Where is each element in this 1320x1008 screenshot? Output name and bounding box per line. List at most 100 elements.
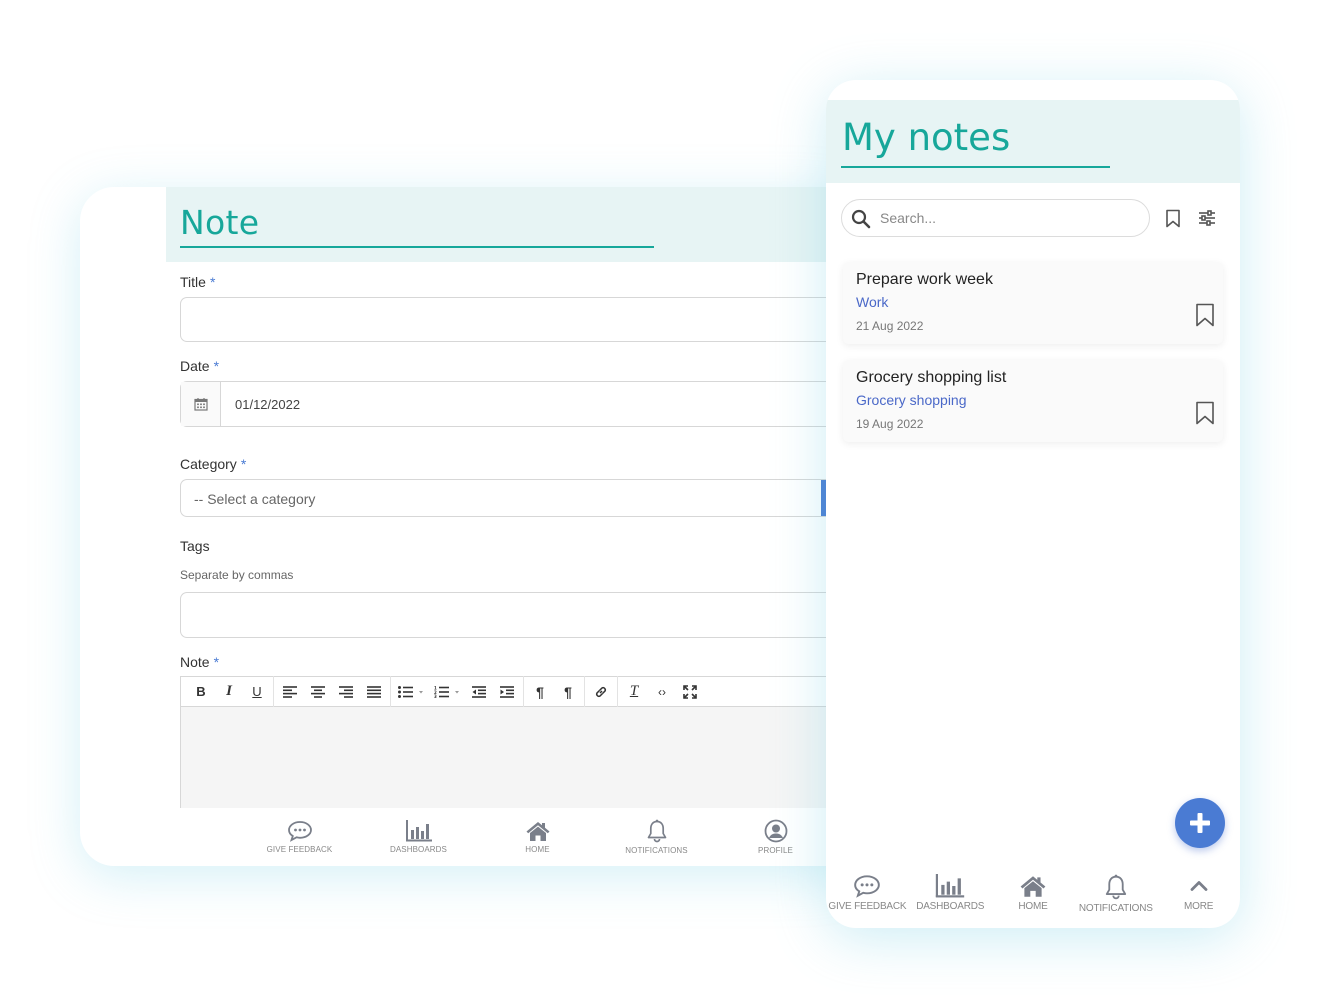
required-marker: * xyxy=(213,358,220,374)
title-label-text: Title xyxy=(180,274,206,290)
toolbar-divider xyxy=(390,676,391,707)
chat-icon xyxy=(854,875,881,898)
toolbar-divider xyxy=(584,676,585,707)
nav-label: GIVE FEEDBACK xyxy=(828,901,907,912)
bottom-nav: GIVE FEEDBACK DASHBOARDS HOME NOTIFICATI… xyxy=(826,862,1240,928)
bar-chart-icon xyxy=(936,874,965,898)
nav-label: HOME xyxy=(525,845,550,854)
ltr-icon[interactable]: ¶ xyxy=(526,681,554,703)
title-input[interactable] xyxy=(180,297,860,342)
note-title: Grocery shopping list xyxy=(856,369,1007,386)
add-note-button[interactable] xyxy=(1175,798,1225,848)
bold-icon[interactable]: B xyxy=(187,681,215,703)
tags-hint: Separate by commas xyxy=(180,568,294,582)
nav-notifications[interactable]: NOTIFICATIONS xyxy=(1074,862,1157,928)
category-label-text: Category xyxy=(180,456,237,472)
home-icon xyxy=(526,822,549,841)
chat-icon xyxy=(287,821,312,842)
note-form-card: Note Title * Date * 01/12/2022 Category … xyxy=(80,187,860,866)
nav-dashboards[interactable]: DASHBOARDS xyxy=(909,862,992,928)
align-left-icon[interactable] xyxy=(276,681,304,703)
nav-give-feedback[interactable]: GIVE FEEDBACK xyxy=(240,820,359,854)
align-center-icon[interactable] xyxy=(304,681,332,703)
search-icon[interactable] xyxy=(851,209,871,234)
note-date: 21 Aug 2022 xyxy=(856,319,924,333)
page-title: Note xyxy=(180,203,260,242)
nav-label: HOME xyxy=(1018,901,1048,912)
calendar-icon[interactable] xyxy=(181,382,221,426)
date-label: Date * xyxy=(180,358,219,374)
title-underline xyxy=(841,166,1110,168)
note-list-item[interactable]: Prepare work week Work 21 Aug 2022 xyxy=(843,262,1223,344)
note-label-text: Note xyxy=(180,654,210,670)
bookmark-filter-icon[interactable] xyxy=(1162,207,1184,229)
bookmark-icon[interactable] xyxy=(1195,303,1215,332)
note-date: 19 Aug 2022 xyxy=(856,417,924,431)
page-title: My notes xyxy=(842,116,1011,159)
note-editor[interactable] xyxy=(180,707,860,808)
tags-label: Tags xyxy=(180,538,210,554)
indent-icon[interactable] xyxy=(493,681,521,703)
nav-home[interactable]: HOME xyxy=(992,862,1075,928)
bar-chart-icon xyxy=(405,820,432,842)
chevron-up-icon xyxy=(1190,881,1207,891)
note-list-item[interactable]: Grocery shopping list Grocery shopping 1… xyxy=(843,360,1223,442)
rtl-icon[interactable]: ¶ xyxy=(554,681,582,703)
my-notes-header: My notes xyxy=(826,100,1240,183)
nav-label: DASHBOARDS xyxy=(389,845,447,854)
nav-dashboards[interactable]: DASHBOARDS xyxy=(359,820,478,854)
search-bar xyxy=(841,199,1150,237)
category-label: Category * xyxy=(180,456,246,472)
note-form-header: Note xyxy=(166,187,860,262)
title-label: Title * xyxy=(180,274,215,290)
nav-home[interactable]: HOME xyxy=(478,820,597,854)
date-value: 01/12/2022 xyxy=(235,397,301,412)
numbered-list-icon[interactable]: 123 xyxy=(429,681,465,703)
bullet-list-icon[interactable] xyxy=(393,681,429,703)
nav-notifications[interactable]: NOTIFICATIONS xyxy=(597,819,716,855)
editor-toolbar: B I U 123 ¶ ¶ T ‹› xyxy=(180,676,860,707)
required-marker: * xyxy=(240,456,247,472)
bell-icon xyxy=(1105,874,1126,900)
nav-more[interactable]: MORE xyxy=(1157,862,1240,928)
nav-label: GIVE FEEDBACK xyxy=(266,845,333,854)
note-form: Title * Date * 01/12/2022 Category * -- … xyxy=(180,262,860,808)
date-input[interactable]: 01/12/2022 xyxy=(180,381,860,427)
category-placeholder: -- Select a category xyxy=(194,491,316,507)
search-input[interactable] xyxy=(880,208,1130,228)
note-category[interactable]: Work xyxy=(856,294,888,310)
toolbar-divider xyxy=(273,676,274,707)
home-icon xyxy=(1020,876,1046,897)
plus-icon xyxy=(1190,813,1210,833)
nav-profile[interactable]: PROFILE xyxy=(716,819,835,855)
nav-label: PROFILE xyxy=(758,846,793,855)
nav-give-feedback[interactable]: GIVE FEEDBACK xyxy=(826,862,909,928)
user-circle-icon xyxy=(764,819,787,843)
nav-label: NOTIFICATIONS xyxy=(1078,903,1153,914)
note-category[interactable]: Grocery shopping xyxy=(856,392,967,408)
align-justify-icon[interactable] xyxy=(360,681,388,703)
outdent-icon[interactable] xyxy=(465,681,493,703)
my-notes-card: My notes Prepare work week Work 21 Aug 2… xyxy=(826,80,1240,928)
italic-icon[interactable]: I xyxy=(215,681,243,703)
bottom-nav: GIVE FEEDBACK DASHBOARDS HOME NOTIFICATI… xyxy=(240,808,860,866)
note-title: Prepare work week xyxy=(856,271,993,288)
required-marker: * xyxy=(209,274,216,290)
bell-icon xyxy=(647,819,666,843)
clear-format-icon[interactable]: T xyxy=(620,681,648,703)
filter-sliders-icon[interactable] xyxy=(1196,207,1218,229)
tags-input[interactable] xyxy=(180,592,860,638)
svg-text:3: 3 xyxy=(434,694,437,698)
underline-icon[interactable]: U xyxy=(243,681,271,703)
align-right-icon[interactable] xyxy=(332,681,360,703)
nav-label: DASHBOARDS xyxy=(916,901,985,912)
note-label: Note * xyxy=(180,654,219,670)
link-icon[interactable] xyxy=(587,681,615,703)
toolbar-divider xyxy=(617,676,618,707)
category-select[interactable]: -- Select a category xyxy=(180,479,827,517)
fullscreen-icon[interactable] xyxy=(676,681,704,703)
code-icon[interactable]: ‹› xyxy=(648,681,676,703)
bookmark-icon[interactable] xyxy=(1195,401,1215,430)
nav-label: MORE xyxy=(1183,901,1214,912)
nav-label: NOTIFICATIONS xyxy=(625,846,688,855)
